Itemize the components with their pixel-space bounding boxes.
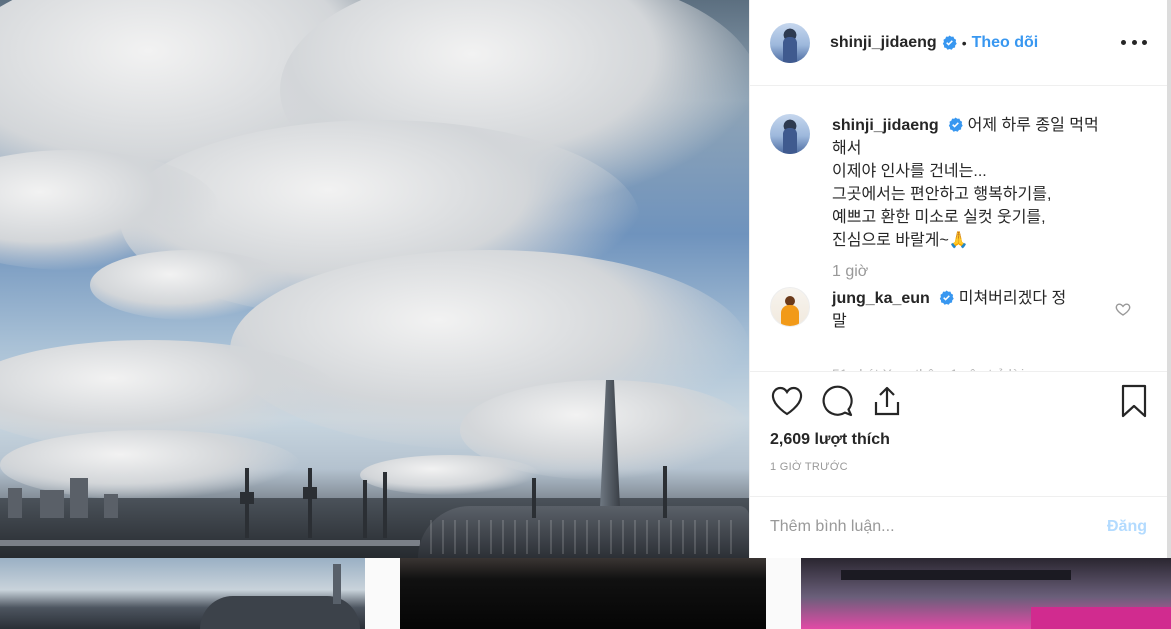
comment-icon[interactable] <box>820 384 854 418</box>
comment-input[interactable]: Thêm bình luận... <box>770 518 1107 536</box>
caption-comment: shinji_jidaeng 어제 하루 종일 먹먹 해서 이제야 인사를 건네… <box>770 114 1147 252</box>
verified-badge-icon <box>940 290 954 305</box>
comment-text: 미쳐버리겠다 정 <box>958 290 1067 307</box>
light-pole <box>532 478 536 518</box>
bookmark-icon[interactable] <box>1121 384 1147 423</box>
light-head <box>303 487 317 499</box>
commenter-avatar[interactable] <box>770 287 810 327</box>
caption-body: shinji_jidaeng 어제 하루 종일 먹먹 해서 이제야 인사를 건네… <box>832 114 1132 252</box>
caption-line: 이제야 인사를 건네는... <box>832 163 987 180</box>
caption-line: 해서 <box>832 140 862 157</box>
comment-meta-clipped: 51 phút Xem thêm 1 câu trả lời <box>832 363 1032 371</box>
comment-like-heart-icon[interactable] <box>1115 301 1131 317</box>
stadium-facade <box>430 520 740 554</box>
comment-item: jung_ka_eun 미쳐버리겠다 정 말 <box>770 287 1147 333</box>
light-head <box>240 492 254 504</box>
follow-button[interactable]: Theo dõi <box>972 34 1039 52</box>
post-timestamp[interactable]: 1 GIỜ TRƯỚC <box>750 456 1167 496</box>
thumbnail-stage <box>841 570 1071 580</box>
thumbnail-tower <box>333 564 341 604</box>
post-photo[interactable] <box>0 0 749 558</box>
share-icon[interactable] <box>870 384 904 418</box>
post-details-panel: shinji_jidaeng • Theo dõi shinji_jidaeng… <box>749 0 1167 558</box>
verified-badge-icon <box>942 35 957 50</box>
post-modal: shinji_jidaeng • Theo dõi shinji_jidaeng… <box>0 0 1167 558</box>
comment-body: jung_ka_eun 미쳐버리겠다 정 말 <box>832 287 1132 333</box>
author-username[interactable]: shinji_jidaeng <box>830 34 937 52</box>
more-options-icon[interactable] <box>1121 30 1147 54</box>
caption-time[interactable]: 1 giờ <box>832 263 1147 281</box>
bridge <box>0 540 420 546</box>
caption-line: 예쁘고 환한 미소로 실컷 웃기를, <box>832 209 1046 226</box>
light-pole <box>308 468 312 538</box>
caption-line: 어제 하루 종일 먹먹 <box>967 117 1099 134</box>
light-pole <box>383 472 387 538</box>
separator-dot: • <box>961 34 967 51</box>
caption-avatar[interactable] <box>770 114 810 154</box>
post-comment-button[interactable]: Đăng <box>1107 518 1147 536</box>
caption-line: 그곳에서는 편안하고 행복하기를, <box>832 186 1052 203</box>
light-pole <box>663 466 667 518</box>
thumbnail-pink-banner <box>1031 607 1171 629</box>
avatar[interactable] <box>770 22 810 63</box>
commenter-username[interactable]: jung_ka_eun <box>832 290 930 307</box>
grid-thumbnail-1[interactable] <box>0 558 365 629</box>
building <box>40 490 64 518</box>
add-comment-bar: Thêm bình luận... Đăng <box>750 496 1167 556</box>
building <box>104 494 118 518</box>
caption-line: 진심으로 바랄게~🙏 <box>832 232 969 249</box>
cloud <box>360 455 540 495</box>
caption-username[interactable]: shinji_jidaeng <box>832 117 939 134</box>
post-header: shinji_jidaeng • Theo dõi <box>750 0 1167 86</box>
page-scrollbar[interactable] <box>1167 0 1171 558</box>
comments-list[interactable]: shinji_jidaeng 어제 하루 종일 먹먹 해서 이제야 인사를 건네… <box>750 86 1167 372</box>
likes-count[interactable]: 2,609 lượt thích <box>750 430 1167 456</box>
grid-thumbnail-3[interactable] <box>801 558 1171 629</box>
building <box>70 478 88 518</box>
light-pole <box>363 480 367 538</box>
comment-text: 말 <box>832 313 847 330</box>
verified-badge-icon <box>948 117 963 132</box>
heart-icon[interactable] <box>770 384 804 418</box>
action-bar <box>750 372 1167 430</box>
building <box>8 488 22 518</box>
grid-thumbnail-2[interactable] <box>400 558 766 629</box>
